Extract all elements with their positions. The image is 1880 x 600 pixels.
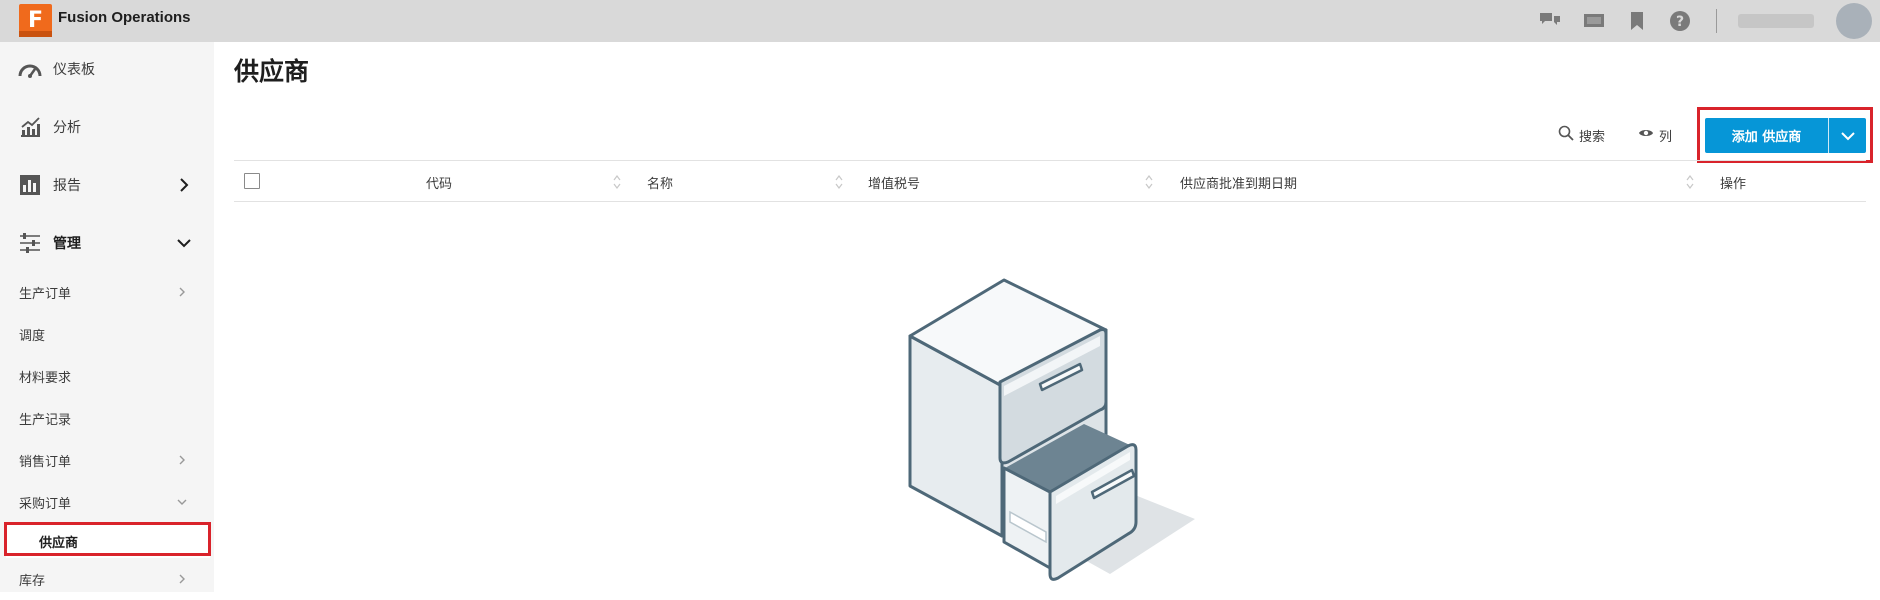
chevron-down-icon [176, 496, 188, 508]
chevron-right-icon [176, 177, 192, 193]
search-icon [1558, 125, 1574, 145]
search-label: 搜索 [1579, 129, 1606, 145]
sliders-icon [18, 231, 42, 255]
sort-icon[interactable] [612, 173, 622, 191]
table-header: 代码 名称 增值税号 供应商批准到期日期 操作 [234, 160, 1866, 202]
search-button[interactable]: 搜索 [1558, 124, 1605, 146]
sidebar-item-label: 采购订单 [19, 496, 72, 512]
sidebar: 仪表板 分析 报告 管理 生产订单 调度 材料要求 生产记录 销售订单 采购订单… [0, 42, 214, 592]
user-name[interactable] [1738, 14, 1814, 28]
sidebar-item-label: 材料要求 [19, 370, 72, 386]
page-title: 供应商 [234, 57, 310, 86]
sidebar-item-inventory[interactable]: 库存 [0, 558, 214, 600]
toolbar-divider [1716, 9, 1717, 33]
chevron-down-icon [176, 235, 192, 251]
sort-icon[interactable] [834, 173, 844, 191]
sidebar-item-label: 生产记录 [19, 412, 72, 428]
sidebar-item-dashboard[interactable]: 仪表板 [0, 42, 214, 96]
sidebar-item-purchase-orders[interactable]: 采购订单 [0, 481, 214, 523]
columns-button[interactable]: 列 [1638, 124, 1672, 146]
sidebar-item-material-requirements[interactable]: 材料要求 [0, 355, 214, 397]
sidebar-item-sales-orders[interactable]: 销售订单 [0, 439, 214, 481]
sidebar-item-label: 分析 [53, 120, 81, 136]
sidebar-item-label: 生产订单 [19, 286, 72, 302]
dashboard-icon [18, 57, 42, 81]
column-header-approval-expiry[interactable]: 供应商批准到期日期 [1180, 173, 1297, 192]
analytics-icon [18, 115, 42, 139]
sidebar-item-label: 仪表板 [53, 62, 95, 78]
add-options-dropdown[interactable] [1829, 118, 1866, 153]
screen-icon[interactable] [1582, 9, 1606, 33]
sort-icon[interactable] [1144, 173, 1154, 191]
avatar[interactable] [1836, 3, 1872, 39]
columns-label: 列 [1659, 129, 1673, 145]
column-header-actions: 操作 [1720, 177, 1747, 192]
svg-text:?: ? [1676, 14, 1684, 30]
report-icon [18, 173, 42, 197]
bookmark-icon[interactable] [1625, 9, 1649, 33]
sidebar-item-analytics[interactable]: 分析 [0, 100, 214, 154]
add-supplier-split-button: 添加 供应商 [1705, 118, 1866, 153]
highlight-box-suppliers [4, 522, 211, 556]
sidebar-item-reports[interactable]: 报告 [0, 158, 214, 212]
add-supplier-button[interactable]: 添加 供应商 [1705, 118, 1828, 153]
app-logo[interactable]: F [19, 4, 52, 37]
chevron-right-icon [176, 454, 188, 466]
column-header-code[interactable]: 代码 [426, 173, 452, 192]
sort-icon[interactable] [1685, 173, 1695, 191]
top-bar: F Fusion Operations ? [0, 0, 1880, 42]
sidebar-item-label: 库存 [19, 573, 46, 589]
column-header-vat-number[interactable]: 增值税号 [868, 173, 920, 192]
column-header-name[interactable]: 名称 [647, 173, 673, 192]
button-divider [1828, 118, 1829, 153]
chevron-right-icon [176, 573, 188, 585]
sidebar-item-manage[interactable]: 管理 [0, 216, 214, 270]
sidebar-item-label: 报告 [53, 178, 81, 194]
empty-state-cabinet-illustration [900, 274, 1200, 596]
chevron-right-icon [176, 286, 188, 298]
sidebar-item-scheduling[interactable]: 调度 [0, 313, 214, 355]
select-all-checkbox[interactable] [244, 173, 260, 189]
sidebar-item-production-orders[interactable]: 生产订单 [0, 271, 214, 313]
chevron-down-icon [1840, 126, 1855, 145]
sidebar-item-label: 管理 [53, 236, 81, 252]
sidebar-item-production-records[interactable]: 生产记录 [0, 397, 214, 439]
help-icon[interactable]: ? [1668, 9, 1692, 33]
sidebar-item-label: 调度 [19, 328, 46, 344]
app-title[interactable]: Fusion Operations [58, 9, 191, 26]
chat-icon[interactable] [1538, 9, 1562, 33]
eye-icon [1638, 127, 1654, 143]
sidebar-item-label: 销售订单 [19, 454, 72, 470]
